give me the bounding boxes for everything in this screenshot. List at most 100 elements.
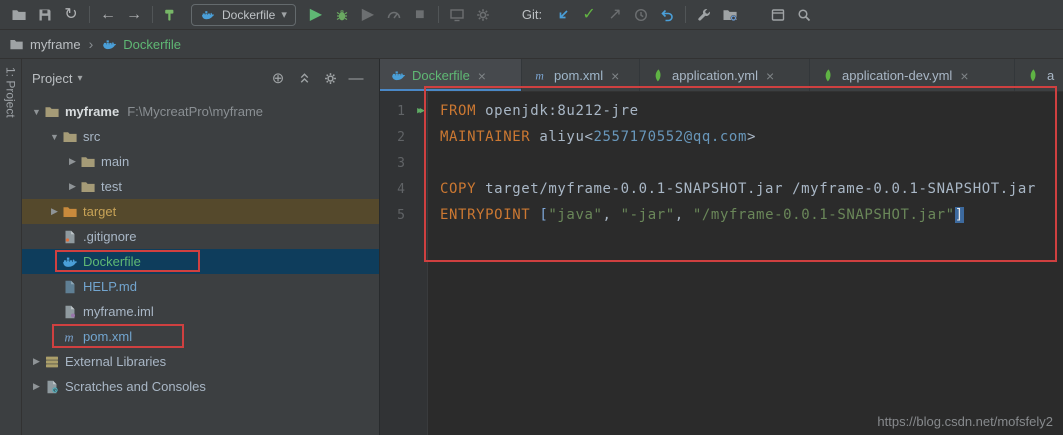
tree-item-myframe-iml[interactable]: myframe.iml [22, 299, 379, 324]
tab-label: pom.xml [554, 68, 603, 83]
tree-item-external-libraries[interactable]: ▶ External Libraries [22, 349, 379, 374]
docker-icon [200, 7, 216, 23]
close-icon[interactable]: × [478, 68, 486, 84]
tree-item-label: Scratches and Consoles [65, 379, 206, 394]
keyword: COPY [440, 181, 476, 197]
tree-item-gitignore[interactable]: .gitignore [22, 224, 379, 249]
navigation-bar: myframe › Dockerfile [0, 30, 1063, 59]
email-text: 2557170552@qq.com [594, 129, 748, 145]
stop-icon[interactable]: ■ [407, 3, 433, 27]
tree-item-target[interactable]: ▶ target [22, 199, 379, 224]
tree-item-label: myframe.iml [83, 304, 154, 319]
build-project-icon[interactable] [158, 3, 184, 27]
push-icon[interactable]: ↗ [602, 3, 628, 27]
collapse-all-icon[interactable] [293, 67, 315, 89]
tree-item-src[interactable]: ▼ src [22, 124, 379, 149]
gutter-line[interactable]: 1▶▶ [380, 98, 427, 124]
tree-item-myframe[interactable]: ▼ myframe F:\MycreatPro\myframe [22, 99, 379, 124]
close-icon[interactable]: × [766, 68, 774, 84]
tab-partial[interactable]: a [1015, 59, 1063, 92]
code-area[interactable]: FROM openjdk:8u212-jre MAINTAINER aliyu<… [428, 92, 1063, 435]
line-number: 4 [397, 182, 405, 197]
gutter-line[interactable]: 2 [380, 124, 427, 150]
run-configuration-select[interactable]: Dockerfile ▾ [191, 4, 296, 26]
sync-icon[interactable]: ↻ [58, 3, 84, 27]
forward-icon[interactable]: → [121, 3, 147, 27]
gutter-line[interactable]: 3 [380, 150, 427, 176]
history-icon[interactable] [628, 3, 654, 27]
tree-item-test[interactable]: ▶ test [22, 174, 379, 199]
debug-icon[interactable] [329, 3, 355, 27]
chevron-right-icon[interactable]: ▶ [48, 206, 61, 217]
chevron-right-icon[interactable]: ▶ [30, 381, 43, 392]
tab-dockerfile[interactable]: Dockerfile × [380, 59, 522, 92]
edit-configurations-icon[interactable] [470, 3, 496, 27]
code-text: openjdk:8u212-jre [476, 103, 639, 119]
breadcrumb-project[interactable]: myframe [30, 37, 81, 52]
settings-gear-icon[interactable] [319, 67, 341, 89]
code-line-5[interactable]: ENTRYPOINT ["java", "-jar", "/myframe-0.… [440, 202, 1063, 228]
tab-application-yml[interactable]: application.yml × [640, 59, 810, 92]
tree-item-main[interactable]: ▶ main [22, 149, 379, 174]
toolbar-separator [685, 6, 686, 23]
run-icon[interactable]: ▶ [303, 3, 329, 27]
gutter-line[interactable]: 4 [380, 176, 427, 202]
tree-item-pom-xml[interactable]: m pom.xml [22, 324, 379, 349]
editor-body: 1▶▶ 2 3 4 5 FROM openjdk:8u212-jre MAINT… [380, 92, 1063, 435]
tab-pom-xml[interactable]: m pom.xml × [522, 59, 640, 92]
line-number: 2 [397, 130, 405, 145]
gutter-line[interactable]: 5 [380, 202, 427, 228]
code-line-1[interactable]: FROM openjdk:8u212-jre [440, 98, 1063, 124]
keyword: ENTRYPOINT [440, 207, 530, 223]
tree-item-label: Dockerfile [83, 254, 141, 269]
spring-leaf-icon [820, 68, 836, 84]
string-literal: "java" [548, 207, 602, 223]
keyword: MAINTAINER [440, 129, 530, 145]
ide-window: ↻ ← → Dockerfile ▾ ▶ ▶ ■ Git: ✓ ↗ [0, 0, 1063, 435]
editor-gutter[interactable]: 1▶▶ 2 3 4 5 [380, 92, 428, 435]
run-file-gutter-icon[interactable]: ▶▶ [417, 106, 425, 116]
back-icon[interactable]: ← [95, 3, 121, 27]
editor-area: Dockerfile × m pom.xml × application.yml… [380, 59, 1063, 435]
project-view-selector[interactable]: Project▾ [32, 71, 83, 86]
restore-windows-icon[interactable] [765, 3, 791, 27]
close-icon[interactable]: × [611, 68, 619, 84]
project-tool-window-button[interactable]: 1: Project [4, 67, 18, 118]
project-panel-header: Project▾ ⊕ — [22, 59, 379, 97]
profiler-icon[interactable] [381, 3, 407, 27]
tree-item-help-md[interactable]: HELP.md [22, 274, 379, 299]
code-line-4[interactable]: COPY target/myframe-0.0.1-SNAPSHOT.jar /… [440, 176, 1063, 202]
code-line-2[interactable]: MAINTAINER aliyu<2557170552@qq.com> [440, 124, 1063, 150]
code-line-3[interactable] [440, 150, 1063, 176]
project-structure-icon[interactable] [717, 3, 743, 27]
commit-icon[interactable]: ✓ [576, 3, 602, 27]
chevron-down-icon[interactable]: ▼ [30, 107, 43, 117]
close-icon[interactable]: × [960, 68, 968, 84]
chevron-right-icon[interactable]: ▶ [66, 156, 79, 167]
chevron-down-icon: ▾ [281, 8, 287, 21]
save-all-icon[interactable] [32, 3, 58, 27]
rollback-icon[interactable] [654, 3, 680, 27]
locate-file-icon[interactable]: ⊕ [267, 67, 289, 89]
line-number: 5 [397, 208, 405, 223]
tree-item-label: src [83, 129, 100, 144]
open-project-icon[interactable] [6, 3, 32, 27]
hide-panel-icon[interactable]: — [345, 67, 367, 89]
update-project-icon[interactable] [550, 3, 576, 27]
tree-item-scratches[interactable]: ▶ Scratches and Consoles [22, 374, 379, 399]
chevron-down-icon[interactable]: ▼ [48, 132, 61, 142]
tab-label: application.yml [672, 68, 758, 83]
tab-application-dev-yml[interactable]: application-dev.yml × [810, 59, 1015, 92]
module-file-icon [62, 304, 78, 320]
settings-wrench-icon[interactable] [691, 3, 717, 27]
tab-label: a [1047, 68, 1054, 83]
tree-item-dockerfile[interactable]: Dockerfile [22, 249, 379, 274]
chevron-right-icon: › [89, 36, 94, 52]
chevron-right-icon[interactable]: ▶ [30, 356, 43, 367]
search-everywhere-icon[interactable] [791, 3, 817, 27]
main-area: 1: Project Project▾ ⊕ — ▼ myframe F:\Myc… [0, 59, 1063, 435]
attach-process-icon[interactable] [444, 3, 470, 27]
run-coverage-icon[interactable]: ▶ [355, 3, 381, 27]
breadcrumb-file[interactable]: Dockerfile [123, 37, 181, 52]
chevron-right-icon[interactable]: ▶ [66, 181, 79, 192]
